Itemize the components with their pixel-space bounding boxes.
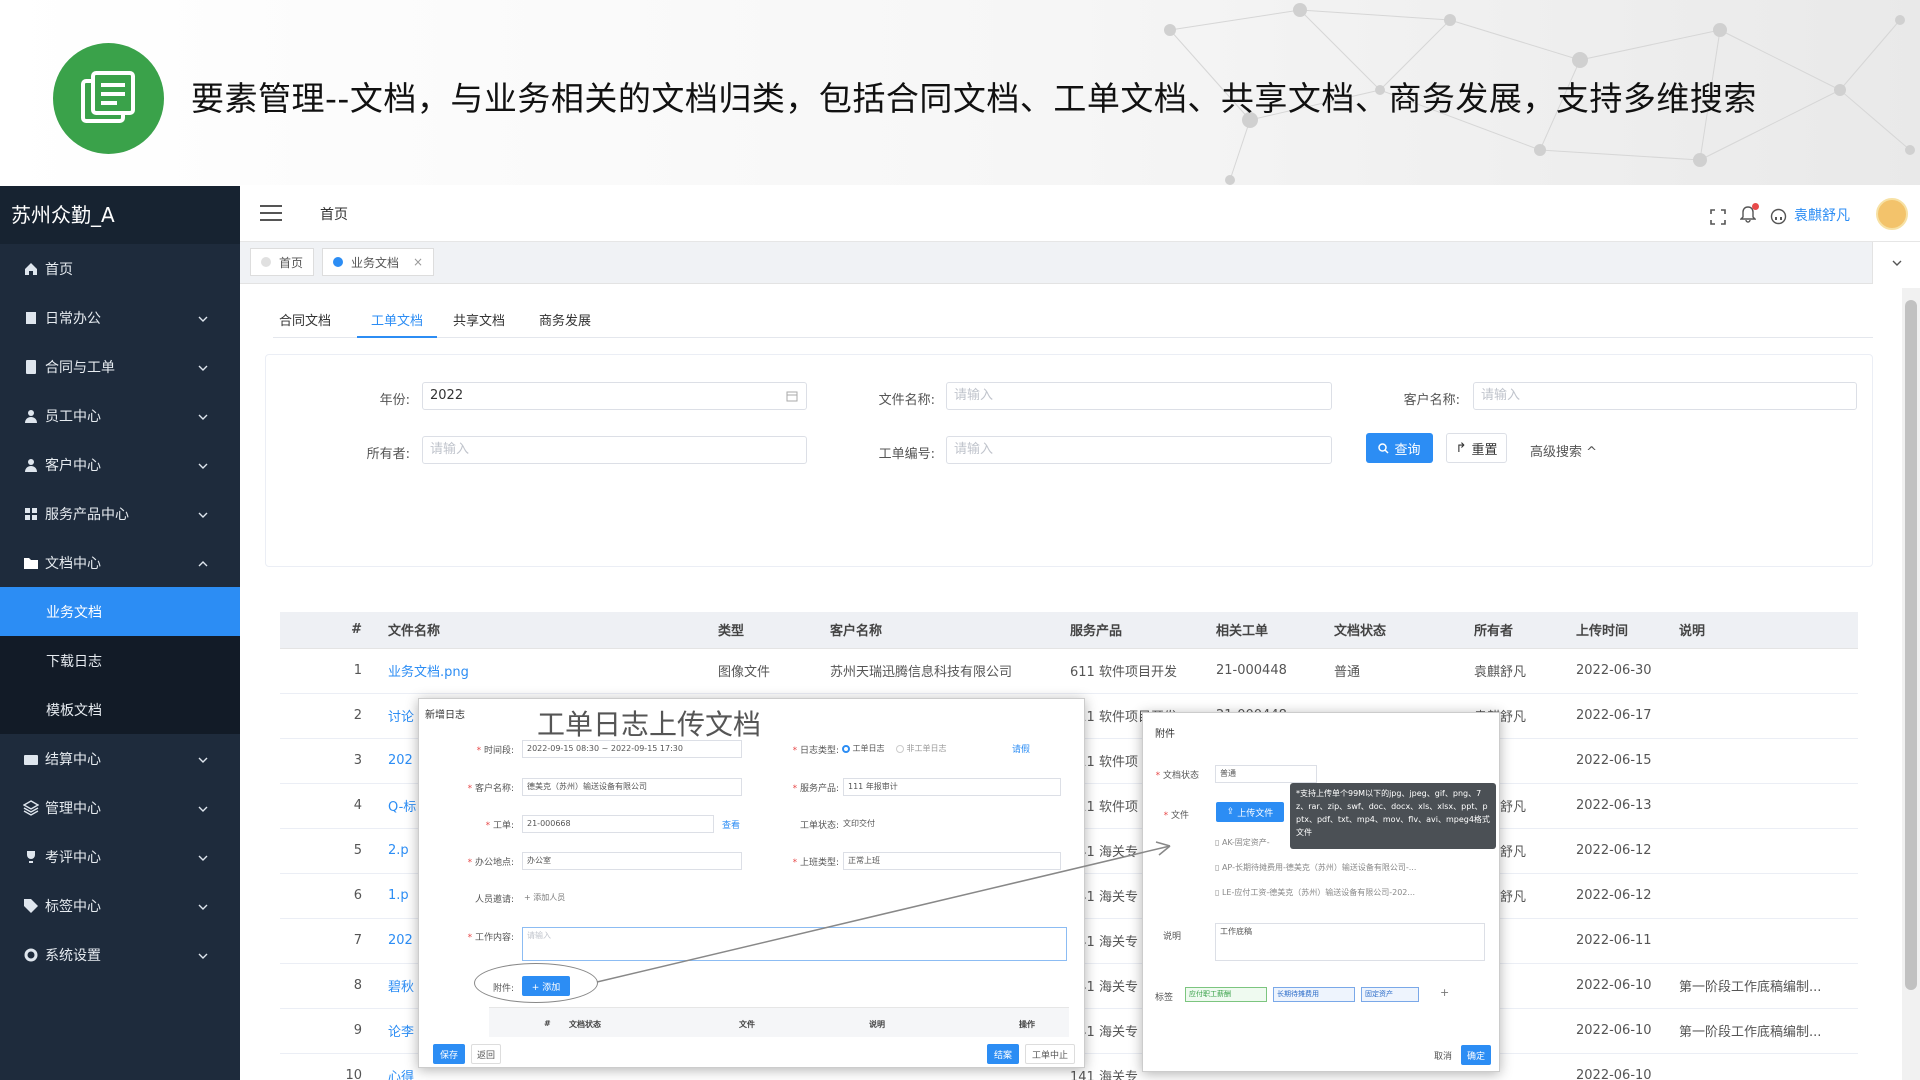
annotation-arrow (596, 841, 1171, 983)
